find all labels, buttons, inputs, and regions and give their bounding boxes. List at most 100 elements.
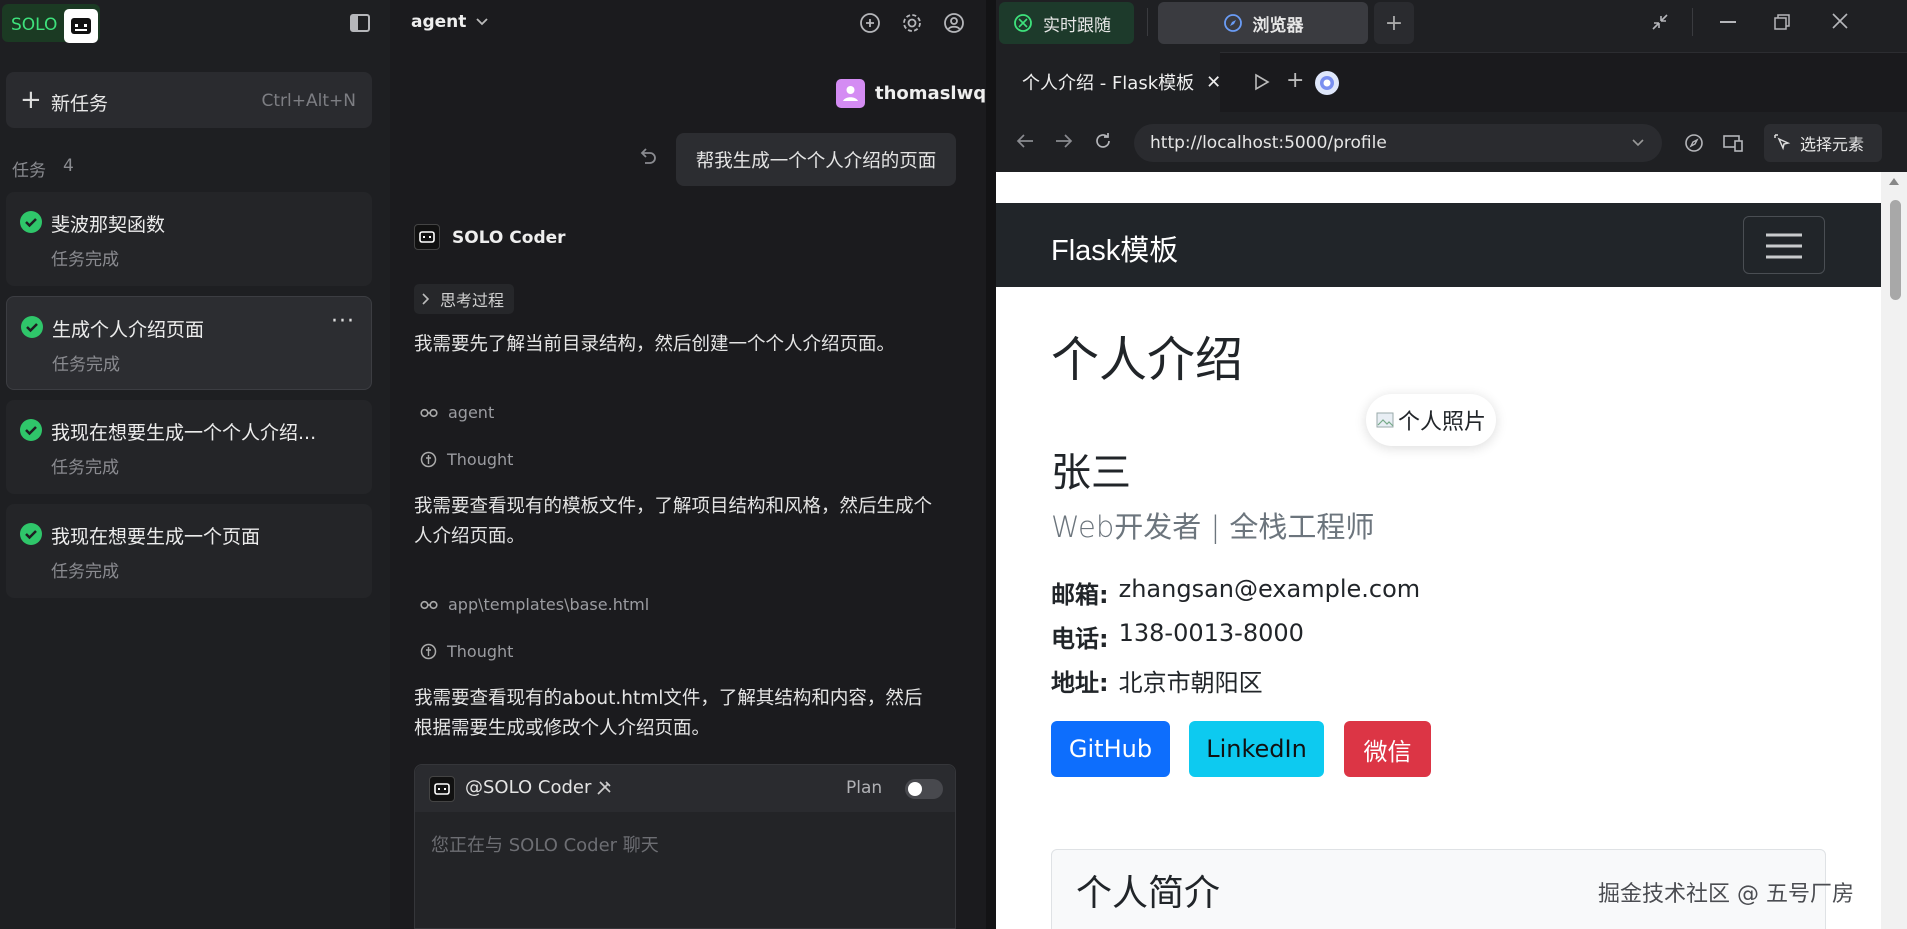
logo-text: SOLO: [11, 15, 58, 35]
task-item[interactable]: 我现在想要生成一个页面 任务完成: [6, 504, 372, 598]
task-title: 我现在想要生成一个个人介绍...: [51, 422, 317, 444]
wechat-button[interactable]: 微信: [1344, 721, 1431, 777]
more-options-icon[interactable]: ···: [331, 309, 355, 334]
close-tab-icon[interactable]: ✕: [1206, 72, 1221, 93]
photo-alt-text: 个人照片: [1398, 410, 1487, 435]
thought-step[interactable]: Thought: [420, 450, 513, 469]
solo-logo: SOLO: [2, 4, 100, 43]
new-page-tab-icon[interactable]: +: [1286, 68, 1304, 93]
new-task-label: 新任务: [51, 93, 109, 115]
new-task-button[interactable]: + 新任务 Ctrl+Alt+N: [6, 72, 372, 128]
contact-address: 地址: 北京市朝阳区: [1051, 663, 1263, 698]
tool-call-agent[interactable]: agent: [420, 403, 494, 422]
bio-card-title: 个人简介: [1076, 873, 1221, 914]
user-message-text: 帮我生成一个个人介绍的页面: [695, 150, 937, 172]
scrollbar-thumb[interactable]: [1890, 200, 1901, 300]
chat-input-placeholder[interactable]: 您正在与 SOLO Coder 聊天: [431, 831, 659, 857]
page-scrollbar[interactable]: [1881, 172, 1907, 929]
check-circle-icon: [20, 211, 42, 233]
address-label: 地址:: [1051, 669, 1109, 697]
task-status: 任务完成: [51, 458, 119, 478]
user-name: thomaslwq: [875, 83, 987, 104]
task-count: 4: [63, 156, 74, 176]
glasses-icon: [420, 408, 438, 417]
github-button[interactable]: GitHub: [1051, 721, 1170, 777]
check-circle-icon: [21, 316, 43, 338]
select-element-button[interactable]: 选择元素: [1764, 124, 1882, 162]
task-status: 任务完成: [52, 355, 120, 375]
paragraph-line: 人介绍页面。: [414, 526, 526, 547]
paragraph-line: 我需要查看现有的about.html文件，了解其结构和内容，然后: [414, 688, 923, 709]
navbar-brand[interactable]: Flask模板: [1051, 227, 1178, 269]
gear-icon[interactable]: [901, 12, 923, 34]
page-tab[interactable]: 个人介绍 - Flask模板 ✕: [996, 52, 1221, 112]
tools-icon[interactable]: [595, 779, 613, 797]
broken-image-icon: [1376, 412, 1394, 428]
restore-icon[interactable]: [1773, 13, 1791, 31]
url-text[interactable]: http://localhost:5000/profile: [1150, 133, 1387, 153]
minimize-icon[interactable]: [1720, 21, 1736, 23]
tool-label: app\templates\base.html: [448, 595, 650, 614]
task-item[interactable]: 我现在想要生成一个个人介绍... 任务完成: [6, 400, 372, 494]
compass-icon[interactable]: [1684, 133, 1704, 153]
thought-label: Thought: [447, 642, 514, 661]
panel-divider[interactable]: [986, 0, 996, 929]
watermark-text: 掘金技术社区 @ 五号厂房: [1598, 882, 1854, 907]
task-status: 任务完成: [51, 562, 119, 582]
address-bar[interactable]: http://localhost:5000/profile: [1134, 124, 1662, 162]
phone-label: 电话:: [1051, 625, 1109, 653]
chevron-right-icon: [422, 293, 430, 305]
paragraph-line: 根据需要生成或修改个人介绍页面。: [414, 718, 711, 739]
navbar-toggler-button[interactable]: [1743, 216, 1825, 274]
agent-selector[interactable]: agent: [411, 12, 489, 32]
plan-toggle[interactable]: [905, 779, 943, 799]
plus-icon: +: [20, 85, 42, 115]
assistant-paragraph: 我需要查看现有的about.html文件，了解其结构和内容，然后 根据需要生成或…: [414, 684, 922, 744]
responsive-view-icon[interactable]: [1722, 133, 1744, 153]
thought-step[interactable]: Thought: [420, 642, 513, 661]
scroll-up-icon[interactable]: [1889, 178, 1899, 185]
task-item[interactable]: 斐波那契函数 任务完成: [6, 192, 372, 286]
cursor-select-icon: [1774, 134, 1791, 151]
back-icon[interactable]: [1016, 133, 1034, 149]
page-navbar: Flask模板: [996, 203, 1881, 287]
forward-icon[interactable]: [1055, 133, 1073, 149]
thought-icon: [420, 643, 437, 660]
add-tab-button[interactable]: +: [1374, 2, 1414, 44]
reload-icon[interactable]: [1093, 131, 1113, 151]
tab-live-follow[interactable]: 实时跟随: [999, 2, 1134, 44]
page-tab-title: 个人介绍 - Flask模板: [1022, 73, 1195, 94]
linkedin-button[interactable]: LinkedIn: [1189, 721, 1324, 777]
email-label: 邮箱:: [1051, 581, 1109, 609]
toggle-sidebar-icon[interactable]: [349, 13, 371, 33]
live-follow-icon: [1014, 14, 1032, 32]
select-element-label: 选择元素: [1800, 135, 1865, 154]
solo-coder-icon: [429, 776, 455, 802]
tool-call-file[interactable]: app\templates\base.html: [420, 595, 649, 614]
chat-input-box: @SOLO Coder Plan 您正在与 SOLO Coder 聊天: [414, 764, 956, 929]
tab-browser[interactable]: 浏览器: [1158, 2, 1368, 44]
contact-phone: 电话: 138-0013-8000: [1051, 619, 1304, 654]
task-sidebar: SOLO + 新任务 Ctrl+Alt+N 任务 4 斐波那契函数 任务完成 生…: [0, 0, 390, 929]
play-icon[interactable]: [1254, 73, 1270, 91]
assistant-paragraph: 我需要查看现有的模板文件，了解项目结构和风格，然后生成个 人介绍页面。: [414, 492, 932, 552]
task-section-label: 任务: [12, 161, 46, 181]
compass-icon: [1223, 14, 1242, 32]
profile-role: Web开发者 | 全栈工程师: [1051, 510, 1375, 544]
collapse-icon[interactable]: [1650, 12, 1670, 32]
account-icon[interactable]: [943, 12, 965, 34]
address-value: 北京市朝阳区: [1118, 669, 1263, 697]
browser-extension-icon[interactable]: [1315, 71, 1339, 95]
thinking-toggle[interactable]: 思考过程: [414, 284, 515, 314]
agent-mention-tag[interactable]: @SOLO Coder: [465, 777, 591, 798]
chevron-down-icon[interactable]: [1632, 139, 1644, 147]
check-circle-icon: [20, 523, 42, 545]
logo-robot-icon: [64, 9, 98, 43]
new-task-shortcut: Ctrl+Alt+N: [261, 91, 356, 111]
web-page-viewport: Flask模板 个人介绍 个人照片 张三 Web开发者 | 全栈工程师 邮箱: …: [996, 172, 1881, 929]
tab-live-label: 实时跟随: [1043, 15, 1111, 36]
close-icon[interactable]: [1831, 12, 1849, 30]
undo-icon[interactable]: [639, 148, 657, 164]
task-item[interactable]: 生成个人介绍页面 任务完成 ···: [6, 296, 372, 390]
new-chat-icon[interactable]: [859, 12, 881, 34]
